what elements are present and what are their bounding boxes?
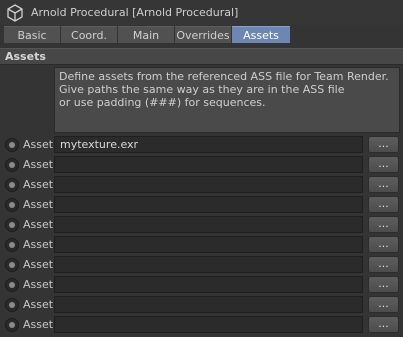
asset-label: Asset <box>23 318 54 331</box>
asset-path-field[interactable] <box>54 176 363 193</box>
asset-path-field[interactable]: mytexture.exr <box>54 136 363 153</box>
procedural-cube-icon <box>7 3 23 22</box>
asset-row: Asset ... <box>0 276 403 294</box>
section-header-assets: Assets <box>0 48 403 65</box>
browse-button[interactable]: ... <box>368 236 399 253</box>
asset-path-field[interactable] <box>54 236 363 253</box>
tab-overrides[interactable]: Overrides <box>175 26 231 43</box>
browse-button[interactable]: ... <box>368 196 399 213</box>
browse-button[interactable]: ... <box>368 296 399 313</box>
browse-button[interactable]: ... <box>368 176 399 193</box>
asset-label: Asset <box>23 238 54 251</box>
asset-path-field[interactable] <box>54 276 363 293</box>
animation-radio-icon[interactable] <box>5 318 19 332</box>
browse-button[interactable]: ... <box>368 316 399 333</box>
browse-button[interactable]: ... <box>368 136 399 153</box>
asset-row: Asset ... <box>0 256 403 274</box>
asset-row: Asset ... <box>0 196 403 214</box>
asset-row: Asset ... <box>0 296 403 314</box>
asset-row: Asset ... <box>0 156 403 174</box>
tab-main[interactable]: Main <box>118 26 174 43</box>
animation-radio-icon[interactable] <box>5 138 19 152</box>
asset-label: Asset <box>23 258 54 271</box>
asset-row: Asset ... <box>0 216 403 234</box>
asset-path-field[interactable] <box>54 316 363 333</box>
asset-path-field[interactable] <box>54 256 363 273</box>
description-line: Give paths the same way as they are in t… <box>59 83 345 96</box>
tab-coord[interactable]: Coord. <box>61 26 117 43</box>
animation-radio-icon[interactable] <box>5 298 19 312</box>
asset-path-field[interactable] <box>54 296 363 313</box>
animation-radio-icon[interactable] <box>5 278 19 292</box>
animation-radio-icon[interactable] <box>5 238 19 252</box>
asset-label: Asset <box>23 138 54 151</box>
asset-row: Asset ... <box>0 236 403 254</box>
asset-label: Asset <box>23 158 54 171</box>
tab-basic[interactable]: Basic <box>4 26 60 43</box>
browse-button[interactable]: ... <box>368 276 399 293</box>
description-line: or use padding (###) for sequences. <box>59 96 266 109</box>
tab-bar: Basic Coord. Main Overrides Assets <box>4 26 290 43</box>
description-box: Define assets from the referenced ASS fi… <box>54 67 400 133</box>
asset-label: Asset <box>23 298 54 311</box>
description-line: Define assets from the referenced ASS fi… <box>59 70 389 83</box>
animation-radio-icon[interactable] <box>5 198 19 212</box>
asset-label: Asset <box>23 178 54 191</box>
browse-button[interactable]: ... <box>368 216 399 233</box>
browse-button[interactable]: ... <box>368 156 399 173</box>
asset-path-field[interactable] <box>54 196 363 213</box>
animation-radio-icon[interactable] <box>5 178 19 192</box>
asset-path-field[interactable] <box>54 156 363 173</box>
title-bar: Arnold Procedural [Arnold Procedural] <box>0 0 403 25</box>
animation-radio-icon[interactable] <box>5 158 19 172</box>
asset-row: Asset ... <box>0 316 403 334</box>
asset-path-field[interactable] <box>54 216 363 233</box>
asset-row: Asset ... <box>0 176 403 194</box>
asset-row: Asset mytexture.exr ... <box>0 136 403 154</box>
asset-label: Asset <box>23 218 54 231</box>
animation-radio-icon[interactable] <box>5 218 19 232</box>
asset-label: Asset <box>23 278 54 291</box>
asset-label: Asset <box>23 198 54 211</box>
tab-assets[interactable]: Assets <box>232 26 290 43</box>
browse-button[interactable]: ... <box>368 256 399 273</box>
window-title: Arnold Procedural [Arnold Procedural] <box>31 6 239 19</box>
animation-radio-icon[interactable] <box>5 258 19 272</box>
